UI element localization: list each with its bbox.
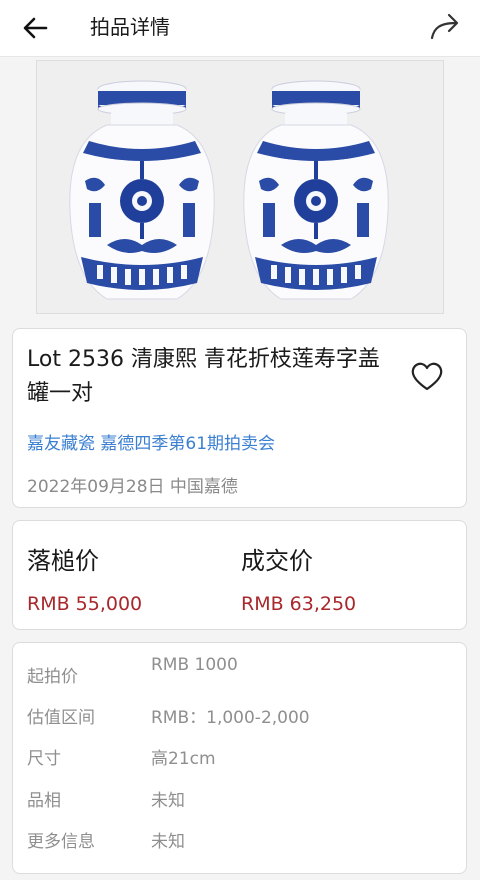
share-arrow-icon [430, 13, 459, 40]
detail-value: 未知 [151, 832, 185, 852]
porcelain-jars-image [37, 61, 443, 313]
detail-key: 起拍价 [27, 667, 78, 687]
detail-value: 未知 [151, 791, 185, 811]
detail-value: RMB：1,000-2,000 [151, 708, 310, 728]
heart-outline-icon [411, 362, 443, 391]
back-button[interactable] [20, 12, 52, 44]
detail-value: 高21cm [151, 749, 216, 769]
auction-link[interactable]: 嘉友藏瓷 嘉德四季第61期拍卖会 [27, 429, 275, 454]
page-title: 拍品详情 [90, 15, 170, 39]
final-price-value: RMB 63,250 [241, 593, 357, 615]
lot-image[interactable] [36, 60, 444, 314]
share-button[interactable] [428, 10, 462, 44]
detail-key: 更多信息 [27, 832, 95, 852]
top-bar: 拍品详情 [0, 0, 480, 57]
hammer-price-value: RMB 55,000 [27, 593, 143, 615]
hammer-price-label: 落槌价 [27, 547, 99, 575]
final-price-label: 成交价 [241, 547, 313, 575]
detail-key: 估值区间 [27, 708, 95, 728]
lot-title: Lot 2536 清康熙 青花折枝莲寿字盖罐一对 [27, 347, 380, 406]
arrow-left-icon [23, 17, 48, 39]
favorite-button[interactable] [410, 361, 444, 393]
detail-key: 品相 [27, 791, 61, 811]
lot-info-card: Lot 2536 清康熙 青花折枝莲寿字盖罐一对 嘉友藏瓷 嘉德四季第61期拍卖… [12, 328, 467, 508]
price-card: 落槌价 RMB 55,000 成交价 RMB 63,250 [12, 520, 467, 630]
detail-value: RMB 1000 [151, 655, 238, 675]
auction-date-location: 2022年09月28日 中国嘉德 [27, 477, 238, 497]
detail-key: 尺寸 [27, 749, 61, 769]
details-card: 起拍价 RMB 1000 估值区间 RMB：1,000-2,000 尺寸 高21… [12, 642, 467, 874]
